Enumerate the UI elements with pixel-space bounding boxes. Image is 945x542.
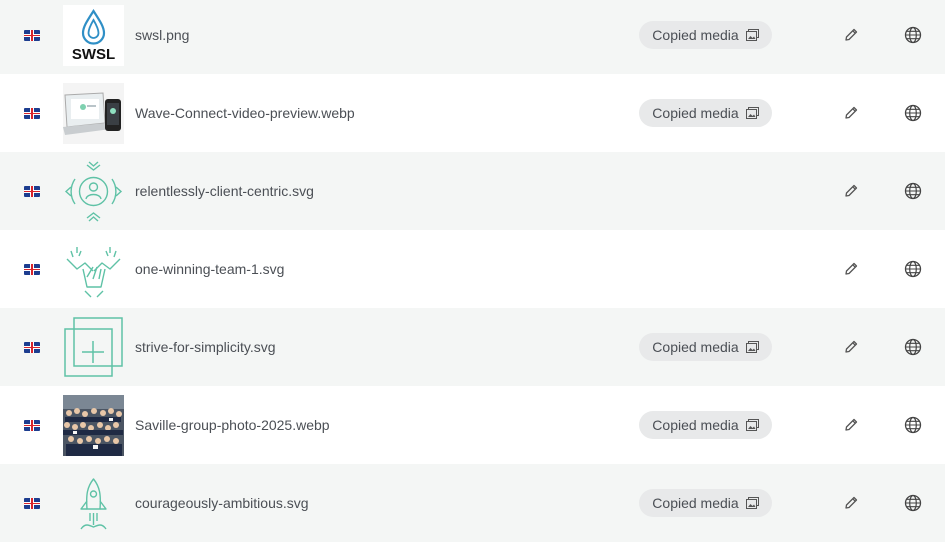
image-icon (745, 497, 759, 509)
image-icon (745, 341, 759, 353)
image-icon (745, 29, 759, 41)
file-name: strive-for-simplicity.svg (135, 339, 276, 355)
media-list: SWSL swsl.png Copied media Wave-Connect-… (0, 0, 945, 542)
uk-flag-icon (24, 264, 40, 275)
list-item[interactable]: one-winning-team-1.svg (0, 230, 945, 308)
edit-pencil-icon[interactable] (843, 261, 859, 277)
swsl-logo: SWSL (63, 5, 124, 66)
copied-media-badge: Copied media (639, 333, 772, 361)
edit-pencil-icon[interactable] (843, 27, 859, 43)
file-name: swsl.png (135, 27, 190, 43)
file-name: courageously-ambitious.svg (135, 495, 309, 511)
edit-pencil-icon[interactable] (843, 495, 859, 511)
edit-pencil-icon[interactable] (843, 417, 859, 433)
copied-media-badge: Copied media (639, 99, 772, 127)
copied-media-badge: Copied media (639, 489, 772, 517)
edit-pencil-icon[interactable] (843, 105, 859, 121)
list-item[interactable]: Wave-Connect-video-preview.webp Copied m… (0, 74, 945, 152)
group-photo (63, 395, 124, 456)
globe-icon[interactable] (904, 182, 922, 200)
file-name: Wave-Connect-video-preview.webp (135, 105, 355, 121)
uk-flag-icon (24, 186, 40, 197)
list-item[interactable]: strive-for-simplicity.svg Copied media (0, 308, 945, 386)
file-name: relentlessly-client-centric.svg (135, 183, 314, 199)
uk-flag-icon (24, 420, 40, 431)
globe-icon[interactable] (904, 104, 922, 122)
list-item[interactable]: courageously-ambitious.svg Copied media (0, 464, 945, 542)
copied-media-badge: Copied media (639, 21, 772, 49)
uk-flag-icon (24, 342, 40, 353)
uk-flag-icon (24, 108, 40, 119)
uk-flag-icon (24, 498, 40, 509)
client-centric-icon (63, 161, 124, 222)
globe-icon[interactable] (904, 26, 922, 44)
svg-text:SWSL: SWSL (72, 46, 115, 63)
list-item[interactable]: SWSL swsl.png Copied media (0, 0, 945, 74)
list-item[interactable]: relentlessly-client-centric.svg (0, 152, 945, 230)
rocket-icon (63, 473, 124, 534)
edit-pencil-icon[interactable] (843, 183, 859, 199)
globe-icon[interactable] (904, 416, 922, 434)
image-icon (745, 419, 759, 431)
copied-media-badge: Copied media (639, 411, 772, 439)
file-name: Saville-group-photo-2025.webp (135, 417, 330, 433)
list-item[interactable]: Saville-group-photo-2025.webp Copied med… (0, 386, 945, 464)
team-hands-icon (63, 239, 124, 300)
edit-pencil-icon[interactable] (843, 339, 859, 355)
image-icon (745, 107, 759, 119)
globe-icon[interactable] (904, 494, 922, 512)
file-name: one-winning-team-1.svg (135, 261, 285, 277)
laptop-phone-preview (63, 83, 124, 144)
simplicity-squares-icon (63, 317, 124, 378)
uk-flag-icon (24, 30, 40, 41)
globe-icon[interactable] (904, 260, 922, 278)
globe-icon[interactable] (904, 338, 922, 356)
